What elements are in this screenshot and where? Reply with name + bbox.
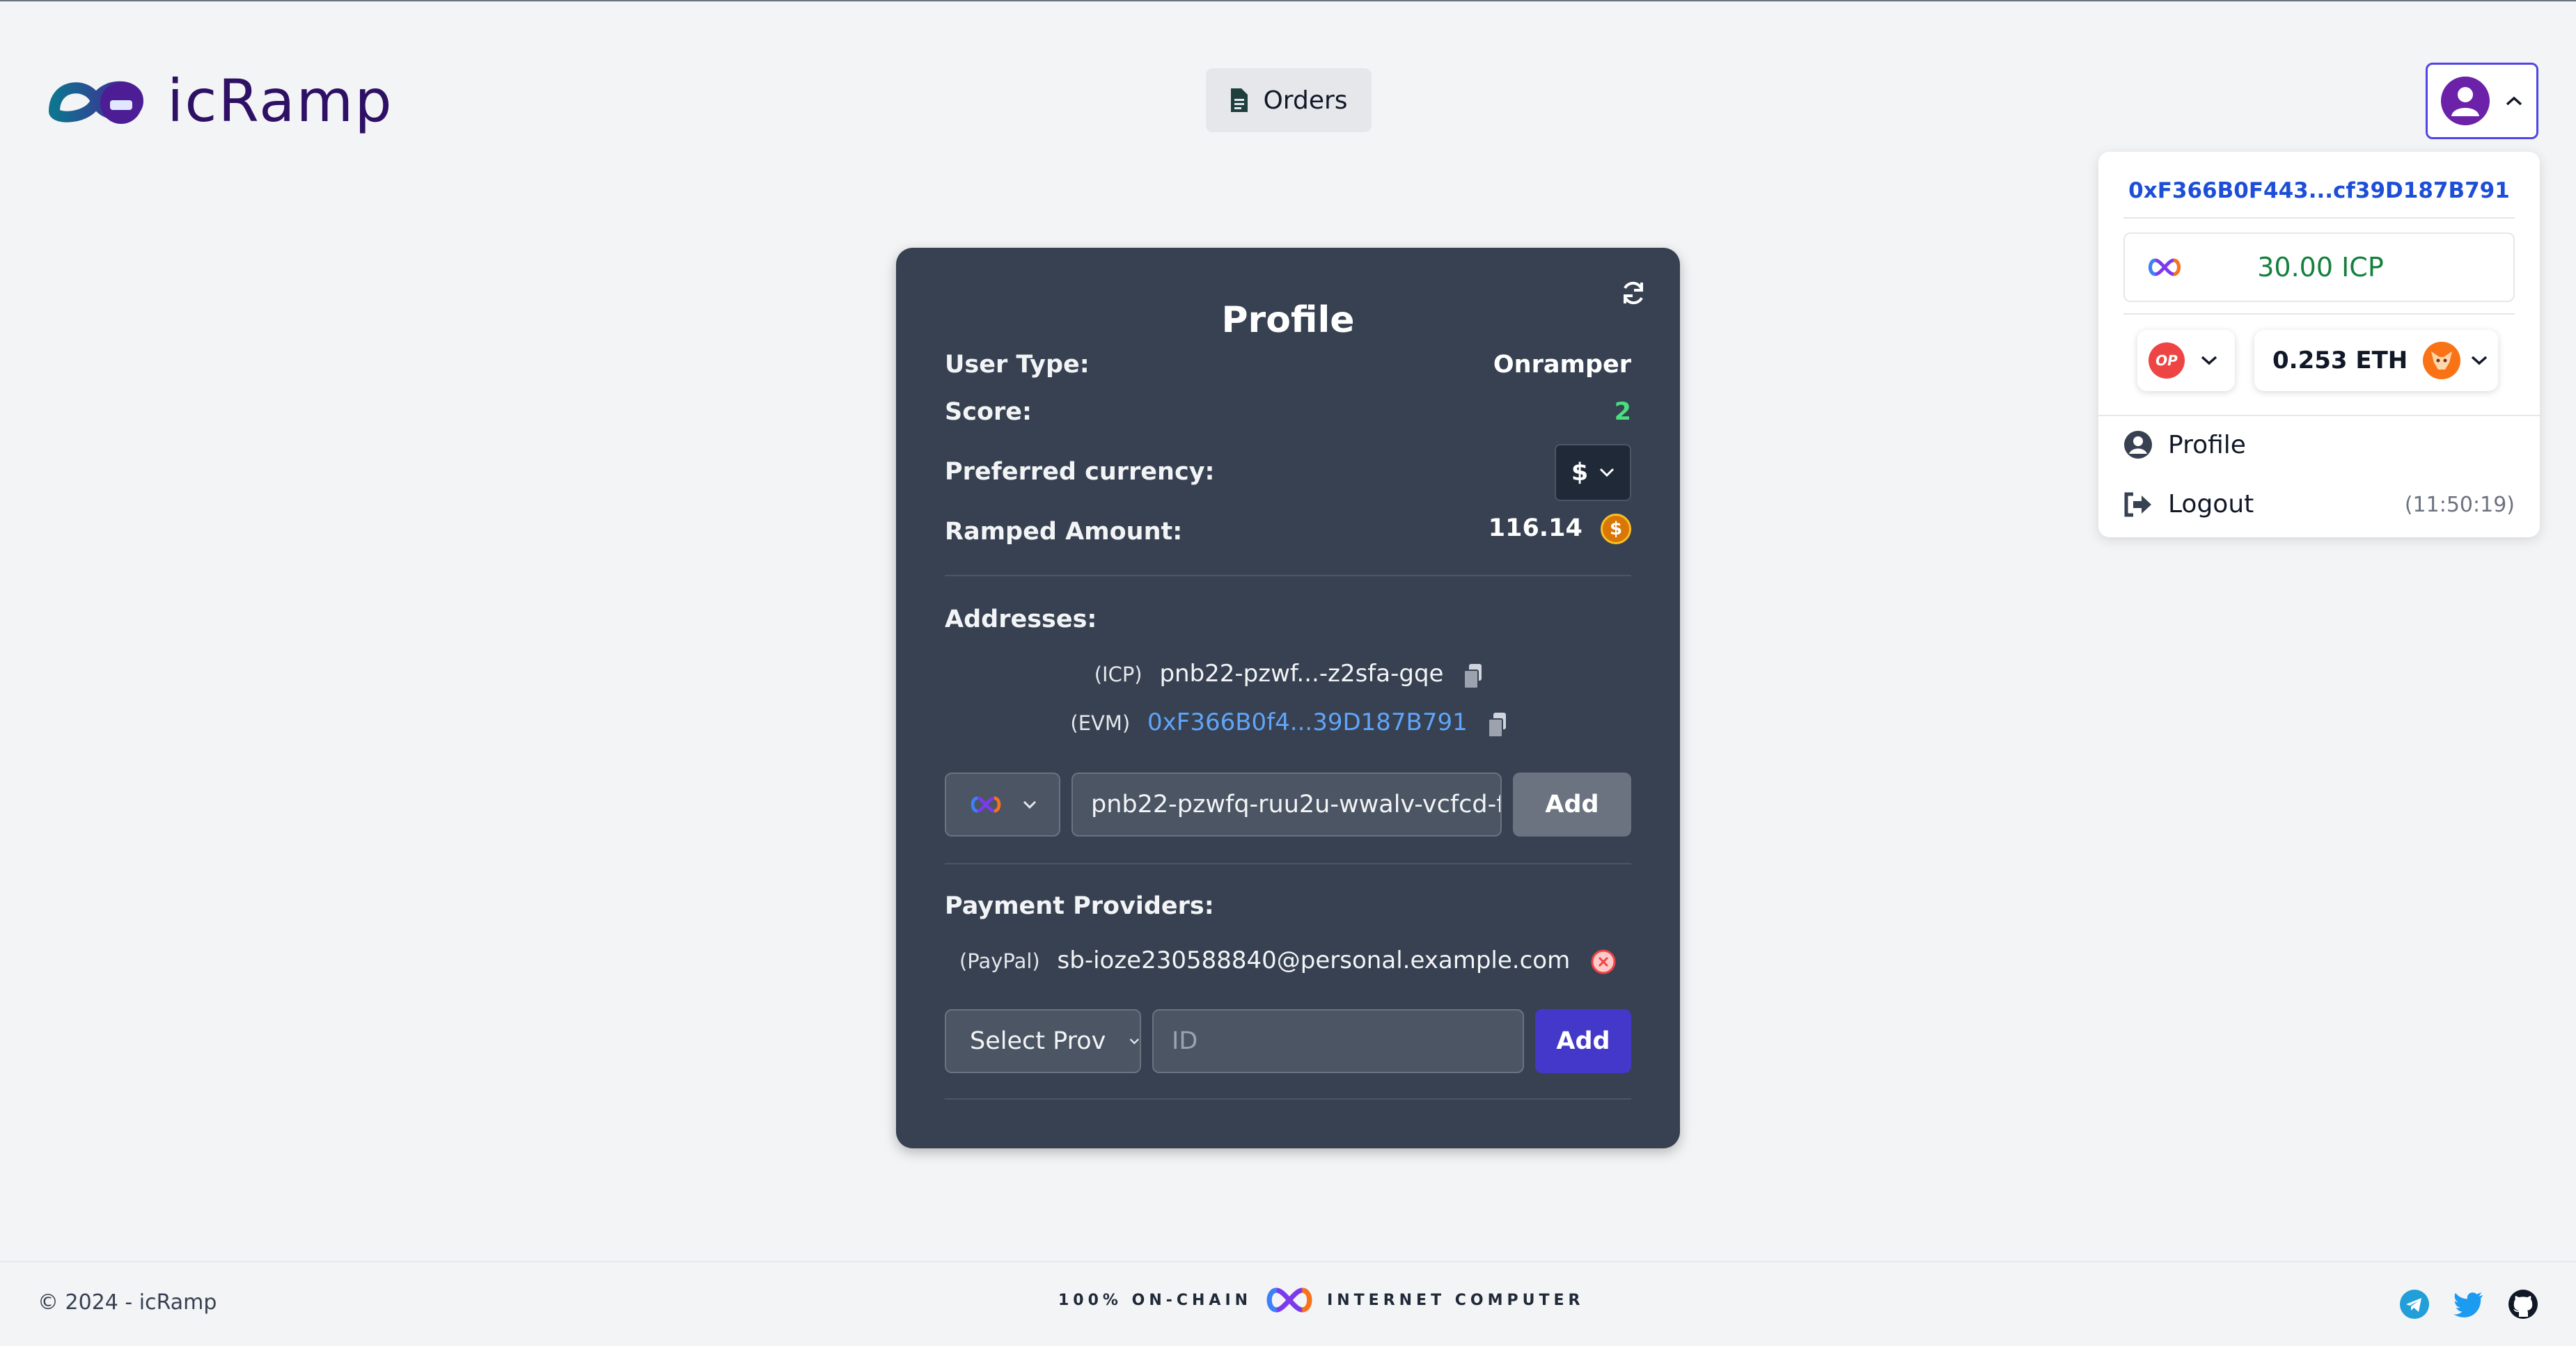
document-icon	[1231, 88, 1248, 112]
copy-icon[interactable]	[1463, 663, 1482, 689]
chevron-down-icon	[1600, 468, 1615, 477]
network-selector[interactable]: OP	[2137, 330, 2235, 391]
divider	[945, 863, 1631, 864]
orders-button[interactable]: Orders	[1206, 68, 1372, 132]
app-logo[interactable]: icRamp	[40, 67, 393, 135]
paypal-provider-row: (PayPal) sb-ioze230588840@personal.examp…	[896, 947, 1680, 975]
ramped-amount: 116.14 $	[1489, 514, 1631, 544]
icp-balance: 30.00 ICP	[2257, 252, 2384, 283]
ramped-amount-value: 116.14	[1488, 514, 1582, 542]
provider-select-value: Select Prov	[970, 1027, 1106, 1055]
remove-circle-icon[interactable]	[1590, 949, 1617, 975]
evm-address-link[interactable]: 0xF366B0f4...39D187B791	[1147, 708, 1468, 736]
onchain-right-text: INTERNET COMPUTER	[1327, 1291, 1585, 1309]
chevron-up-icon	[2506, 96, 2522, 106]
user-circle-icon	[2124, 431, 2152, 459]
divider	[2123, 217, 2515, 219]
paypal-id: sb-ioze230588840@personal.example.com	[1057, 947, 1571, 974]
user-menu-button[interactable]	[2426, 63, 2538, 139]
evm-address-row: (EVM) 0xF366B0f4...39D187B791	[896, 708, 1680, 738]
page-title: Profile	[1221, 299, 1355, 341]
score-label: Score:	[945, 398, 1032, 426]
session-timer: (11:50:19)	[2404, 493, 2515, 517]
ramped-amount-label: Ramped Amount:	[945, 518, 1183, 546]
icp-address-row: (ICP) pnb22-pzwf...-z2sfa-gqe	[896, 660, 1680, 689]
dollar-coin-icon: $	[1601, 514, 1631, 544]
telegram-icon[interactable]	[2399, 1289, 2430, 1320]
chevron-down-icon	[1023, 800, 1037, 809]
currency-value: $	[1571, 459, 1589, 486]
footer-divider	[0, 1261, 2576, 1262]
app-name: icRamp	[167, 67, 393, 135]
onchain-left-text: 100% ON-CHAIN	[1058, 1291, 1252, 1309]
metamask-icon	[2423, 342, 2461, 379]
divider	[2123, 313, 2515, 315]
divider	[945, 575, 1631, 576]
icp-address: pnb22-pzwf...-z2sfa-gqe	[1159, 660, 1444, 688]
paypal-tag: (PayPal)	[959, 949, 1040, 973]
provider-id-input[interactable]: ID	[1152, 1009, 1524, 1073]
copyright-text: © 2024 - icRamp	[38, 1290, 217, 1315]
addresses-label: Addresses:	[945, 605, 1097, 633]
icp-logo-icon	[1266, 1288, 1312, 1313]
chevron-down-icon	[2472, 356, 2488, 365]
github-icon[interactable]	[2508, 1289, 2538, 1320]
add-provider-button[interactable]: Add	[1535, 1009, 1631, 1073]
menu-item-profile[interactable]: Profile	[2123, 430, 2246, 459]
user-icon	[2451, 87, 2479, 116]
user-type-label: User Type:	[945, 351, 1090, 379]
icp-logo-icon	[971, 796, 1001, 813]
onchain-badge[interactable]: 100% ON-CHAIN INTERNET COMPUTER	[1058, 1286, 1584, 1314]
eth-balance: 0.253 ETH	[2272, 347, 2408, 374]
avatar	[2441, 77, 2490, 125]
currency-label: Preferred currency:	[945, 458, 1215, 486]
icp-tag: (ICP)	[1094, 663, 1142, 686]
icramp-logo-icon	[48, 81, 144, 124]
divider	[945, 1098, 1631, 1100]
logout-menu-label: Logout	[2168, 490, 2254, 518]
evm-tag: (EVM)	[1070, 711, 1131, 735]
provider-select[interactable]: Select Prov	[945, 1009, 1141, 1073]
eth-balance-pill[interactable]: 0.253 ETH	[2254, 330, 2498, 391]
chain-select[interactable]	[945, 773, 1060, 837]
currency-select[interactable]: $	[1555, 444, 1631, 501]
copy-icon[interactable]	[1487, 712, 1506, 738]
twitter-icon[interactable]	[2453, 1289, 2484, 1320]
address-input[interactable]: pnb22-pzwfq-ruu2u-wwalv-vcfcd-flc	[1071, 773, 1502, 837]
add-address-button[interactable]: Add	[1513, 773, 1631, 837]
chevron-down-icon	[1130, 1038, 1140, 1045]
score-value: 2	[1614, 398, 1631, 426]
optimism-icon: OP	[2149, 342, 2185, 379]
chevron-down-icon	[2201, 356, 2217, 365]
orders-label: Orders	[1263, 86, 1348, 115]
payment-providers-label: Payment Providers:	[945, 892, 1214, 920]
wallet-address[interactable]: 0xF366B0F443...cf39D187B791	[2098, 178, 2540, 203]
icp-balance-box: 30.00 ICP	[2123, 232, 2515, 302]
divider	[2098, 415, 2540, 416]
menu-item-logout[interactable]: Logout	[2123, 490, 2254, 518]
logout-icon	[2124, 492, 2151, 516]
user-dropdown-menu: 0xF366B0F443...cf39D187B791 30.00 ICP OP…	[2098, 152, 2540, 537]
profile-menu-label: Profile	[2168, 430, 2246, 459]
user-type-value: Onramper	[1493, 351, 1631, 379]
profile-card: Profile User Type: Onramper Score: 2 Pre…	[896, 248, 1680, 1148]
